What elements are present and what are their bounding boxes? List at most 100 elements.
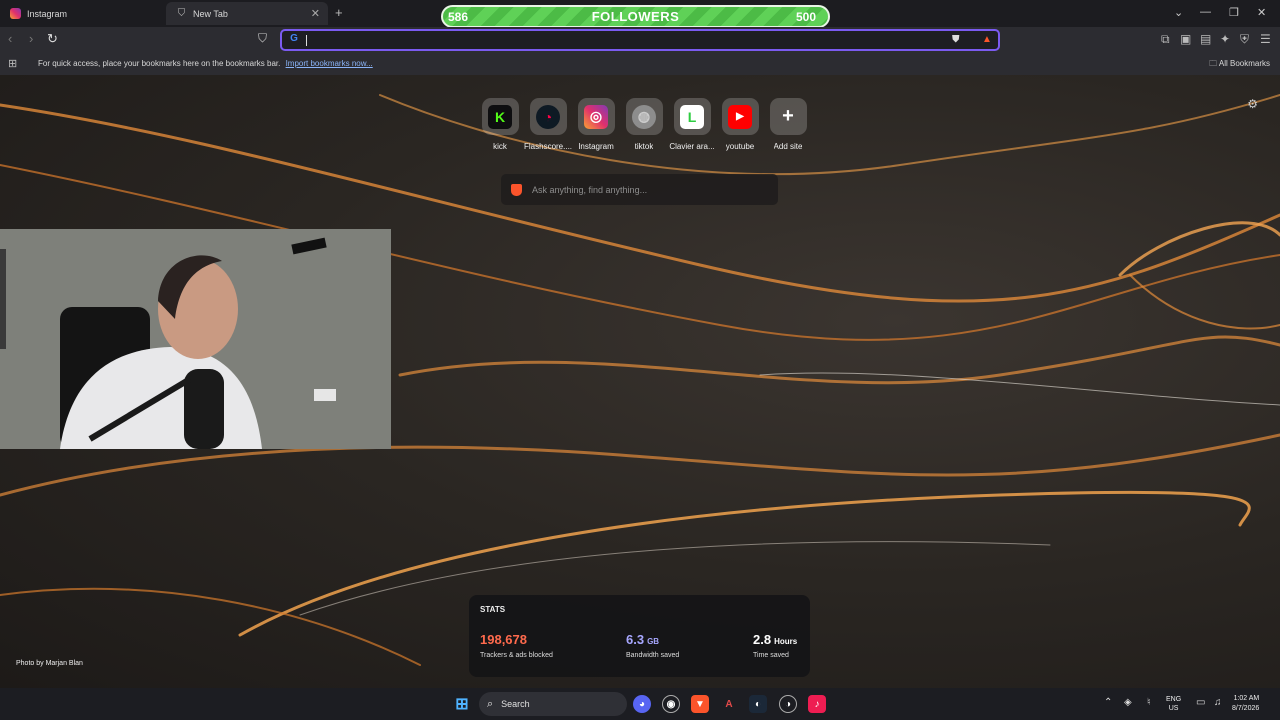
top-site-label: kick [493,142,507,151]
tab-search-chevron-icon[interactable]: ⌄ [1174,6,1183,19]
clock[interactable]: 1:02 AM 8/7/2026 [1232,694,1259,714]
restore-icon[interactable]: ❐ [1229,6,1239,19]
steam-icon[interactable]: ◐ [749,695,767,713]
close-tab-icon[interactable]: ✕ [311,7,320,20]
stat-value: 198,678 [480,632,527,647]
volume-icon[interactable]: ♫ [1214,697,1222,708]
search-box[interactable]: Ask anything, find anything... [501,174,778,205]
top-site-label: tiktok [634,142,654,151]
clock-time: 1:02 AM [1233,695,1260,702]
language-indicator[interactable]: ENG US [1166,695,1181,713]
top-site-label: youtube [725,142,755,151]
photo-credit[interactable]: Photo by Marjan Blan [16,660,83,667]
all-bookmarks-button[interactable]: 🗀 All Bookmarks [1209,58,1270,72]
top-site-add[interactable]: + Add site [764,98,812,151]
instagram-icon [10,8,21,19]
discord-icon[interactable]: ◕ [633,695,651,713]
obs-icon[interactable]: ◉ [662,695,680,713]
top-sites: K kick ◔ Flashscore.... ◎ Instagram ◍ ti… [476,98,812,151]
address-bar[interactable]: G ⛊ ▲ [280,29,1000,51]
brave-shield-icon: ⛉ [177,8,186,19]
taskbar-search[interactable]: ⌕ Search [479,692,627,716]
stat-value: 6.3 [626,632,645,647]
top-site-youtube[interactable]: ▶ youtube [716,98,764,151]
top-site-label: Flashscore.... [524,142,572,151]
stat-desc: Trackers & ads blocked [480,652,553,659]
brave-browser-icon[interactable]: ▼ [691,695,709,713]
windows-start-icon[interactable]: ⊞ [453,695,471,713]
brave-shields-icon[interactable]: ⛊ [952,34,960,45]
tray-chevron-icon[interactable]: ⌃ [1104,697,1112,708]
top-site-kick[interactable]: K kick [476,98,524,151]
lang-region: US [1168,705,1179,712]
tab-bar: Instagram ⛉ New Tab ✕ + 586 FOLLOWERS 50… [0,0,1280,28]
top-site-tiktok[interactable]: ◍ tiktok [620,98,668,151]
top-site-instagram[interactable]: ◎ Instagram [572,98,620,151]
plus-icon: + [782,105,794,127]
microphone-icon[interactable]: ♮ [1147,697,1151,708]
tab-label: Instagram [27,8,68,19]
network-icon[interactable]: ▭ [1196,697,1205,708]
youtube-icon: ▶ [728,104,752,129]
stats-title: STATS [480,605,506,614]
stat-desc: Time saved [753,652,789,659]
import-bookmarks-link[interactable]: Import bookmarks now... [286,59,373,68]
webcam-overlay [0,229,391,449]
menu-icon[interactable]: ☰ [1260,32,1271,46]
new-tab-page: ⚙ K kick ◔ Flashscore.... ◎ Instagram ◍ … [0,75,1280,688]
clavier-icon: L [680,104,704,129]
stat-desc: Bandwidth saved [626,652,680,659]
forward-icon[interactable]: › [29,31,33,46]
tab-instagram[interactable]: Instagram [0,2,165,25]
stat-value: 2.8 [753,632,772,647]
sidebar-icon[interactable]: ▣ [1180,32,1191,46]
folder-icon: 🗀 [1209,59,1218,68]
customize-settings-icon[interactable]: ⚙ [1247,97,1258,111]
text-cursor [306,35,307,46]
bookmark-icon[interactable]: ⛉ [258,31,267,46]
followers-goal-overlay: 586 FOLLOWERS 500 [441,5,830,28]
top-site-label: Instagram [578,142,614,151]
reload-icon[interactable]: ↻ [47,31,58,47]
vpn-icon[interactable]: ⛨ [1240,32,1249,47]
extensions-icon[interactable]: ⧉ [1161,32,1170,47]
kick-icon: K [488,104,512,129]
leo-ai-icon[interactable]: ✦ [1220,32,1230,46]
tab-label: New Tab [193,8,228,19]
bookmarks-hint: For quick access, place your bookmarks h… [38,59,373,68]
stat-trackers-blocked: 198,678 Trackers & ads blocked [480,631,553,659]
tiktok-icon[interactable]: ♪ [808,695,826,713]
brave-rewards-icon[interactable]: ▲ [982,34,992,45]
brave-lion-icon [511,183,522,196]
tab-new-tab[interactable]: ⛉ New Tab ✕ [166,2,328,25]
top-site-label: Add site [773,142,803,151]
instagram-icon: ◎ [584,104,608,129]
tray-app-icon[interactable]: ◈ [1124,697,1132,708]
new-tab-button[interactable]: + [335,5,343,20]
stat-time-saved: 2.8 Hours Time saved [753,631,797,659]
app-a-icon[interactable]: A [720,695,738,713]
app-circle-icon[interactable]: ◑ [779,695,797,713]
search-icon: ⌕ [487,697,494,710]
close-window-icon[interactable]: ✕ [1257,6,1266,19]
back-icon[interactable]: ‹ [8,31,12,46]
bookmarks-bar: ⊞ For quick access, place your bookmarks… [0,53,1280,75]
apps-grid-icon[interactable]: ⊞ [8,57,17,70]
wallet-icon[interactable]: ▤ [1200,32,1211,46]
lang-code: ENG [1166,696,1182,703]
top-site-flashscore[interactable]: ◔ Flashscore.... [524,98,572,151]
taskbar-search-label: Search [501,699,530,709]
stat-bandwidth-saved: 6.3 GB Bandwidth saved [626,631,679,659]
followers-label: FOLLOWERS [591,9,680,24]
minimize-icon[interactable]: — [1200,6,1211,18]
globe-icon: ◍ [632,104,656,129]
windows-taskbar: ⊞ ⌕ Search ◕ ◉ ▼ A ◐ ◑ ♪ ⌃ ◈ ♮ ENG US ▭ … [0,688,1280,720]
top-site-clavier-arabe[interactable]: L Clavier ara... [668,98,716,151]
search-placeholder: Ask anything, find anything... [532,184,648,195]
webcam-feed [0,229,391,449]
stat-unit: GB [647,637,660,646]
stat-unit: Hours [774,637,798,646]
flashscore-icon: ◔ [536,104,560,129]
all-bookmarks-label: All Bookmarks [1218,59,1270,68]
stats-widget: STATS 198,678 Trackers & ads blocked 6.3… [469,595,810,677]
